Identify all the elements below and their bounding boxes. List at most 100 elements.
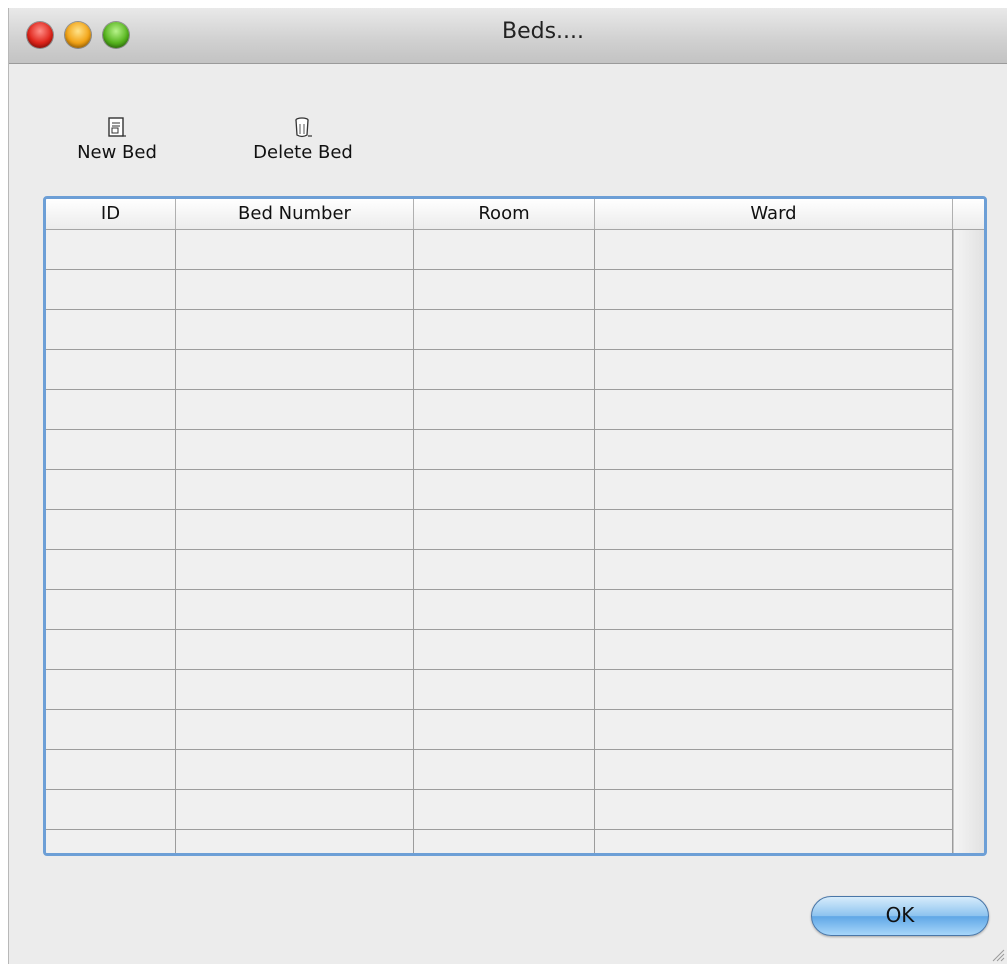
table-cell[interactable]	[46, 710, 176, 749]
table-cell[interactable]	[46, 270, 176, 309]
table-row[interactable]	[46, 630, 953, 670]
table-cell[interactable]	[414, 670, 595, 709]
table-cell[interactable]	[595, 310, 953, 349]
table-cell[interactable]	[46, 630, 176, 669]
table-cell[interactable]	[46, 310, 176, 349]
table-row[interactable]	[46, 830, 953, 853]
table-row[interactable]	[46, 510, 953, 550]
table-cell[interactable]	[176, 470, 414, 509]
delete-bed-button[interactable]: Delete Bed	[241, 116, 365, 163]
table-cell[interactable]	[176, 550, 414, 589]
table-cell[interactable]	[414, 830, 595, 853]
table-row[interactable]	[46, 710, 953, 750]
title-bar[interactable]: Beds....	[9, 8, 1007, 64]
table-row[interactable]	[46, 350, 953, 390]
table-cell[interactable]	[595, 230, 953, 269]
table-cell[interactable]	[595, 550, 953, 589]
table-cell[interactable]	[414, 230, 595, 269]
column-header-room[interactable]: Room	[414, 199, 595, 229]
table-cell[interactable]	[176, 230, 414, 269]
new-bed-label: New Bed	[77, 142, 157, 163]
table-cell[interactable]	[46, 470, 176, 509]
table-cell[interactable]	[414, 550, 595, 589]
table-cell[interactable]	[595, 390, 953, 429]
column-header-bed-number[interactable]: Bed Number	[176, 199, 414, 229]
table-cell[interactable]	[176, 310, 414, 349]
table-cell[interactable]	[176, 430, 414, 469]
table-cell[interactable]	[176, 630, 414, 669]
table-row[interactable]	[46, 310, 953, 350]
table-cell[interactable]	[414, 470, 595, 509]
table-row[interactable]	[46, 430, 953, 470]
table-cell[interactable]	[595, 270, 953, 309]
table-cell[interactable]	[176, 510, 414, 549]
table-cell[interactable]	[595, 350, 953, 389]
table-header: ID Bed Number Room Ward	[46, 199, 984, 230]
table-row[interactable]	[46, 230, 953, 270]
table-cell[interactable]	[176, 670, 414, 709]
table-cell[interactable]	[414, 510, 595, 549]
table-cell[interactable]	[176, 790, 414, 829]
table-cell[interactable]	[595, 790, 953, 829]
table-cell[interactable]	[176, 270, 414, 309]
beds-table[interactable]: ID Bed Number Room Ward	[43, 196, 987, 856]
table-cell[interactable]	[595, 670, 953, 709]
ok-button[interactable]: OK	[811, 896, 989, 936]
table-cell[interactable]	[414, 630, 595, 669]
table-cell[interactable]	[46, 670, 176, 709]
table-cell[interactable]	[414, 590, 595, 629]
table-cell[interactable]	[595, 510, 953, 549]
table-cell[interactable]	[414, 790, 595, 829]
table-cell[interactable]	[46, 230, 176, 269]
table-cell[interactable]	[414, 310, 595, 349]
table-cell[interactable]	[595, 590, 953, 629]
table-cell[interactable]	[414, 270, 595, 309]
new-bed-button[interactable]: New Bed	[67, 116, 167, 163]
table-cell[interactable]	[176, 590, 414, 629]
table-cell[interactable]	[46, 750, 176, 789]
table-row[interactable]	[46, 470, 953, 510]
table-cell[interactable]	[176, 750, 414, 789]
table-cell[interactable]	[595, 630, 953, 669]
vertical-scrollbar[interactable]	[953, 230, 984, 853]
table-cell[interactable]	[176, 350, 414, 389]
table-cell[interactable]	[176, 390, 414, 429]
column-header-filler	[953, 199, 984, 229]
table-cell[interactable]	[414, 430, 595, 469]
table-row[interactable]	[46, 750, 953, 790]
table-row[interactable]	[46, 270, 953, 310]
new-document-icon	[108, 117, 126, 137]
window-title: Beds....	[501, 19, 585, 44]
table-cell[interactable]	[414, 350, 595, 389]
table-cell[interactable]	[595, 470, 953, 509]
trash-can-icon	[295, 117, 312, 138]
beds-window: Beds.... New Bed Delete Bed ID Bed Numbe…	[8, 8, 1007, 964]
table-cell[interactable]	[46, 350, 176, 389]
table-row[interactable]	[46, 670, 953, 710]
table-cell[interactable]	[176, 710, 414, 749]
table-cell[interactable]	[595, 750, 953, 789]
table-cell[interactable]	[414, 750, 595, 789]
column-header-id[interactable]: ID	[46, 199, 176, 229]
column-header-ward[interactable]: Ward	[595, 199, 953, 229]
table-cell[interactable]	[176, 830, 414, 853]
table-row[interactable]	[46, 790, 953, 830]
table-cell[interactable]	[46, 510, 176, 549]
table-body	[46, 230, 953, 853]
table-cell[interactable]	[46, 550, 176, 589]
table-row[interactable]	[46, 550, 953, 590]
delete-bed-label: Delete Bed	[253, 142, 353, 163]
table-cell[interactable]	[414, 710, 595, 749]
table-cell[interactable]	[46, 390, 176, 429]
table-cell[interactable]	[595, 830, 953, 853]
table-cell[interactable]	[46, 590, 176, 629]
table-cell[interactable]	[46, 830, 176, 853]
table-row[interactable]	[46, 390, 953, 430]
table-cell[interactable]	[595, 430, 953, 469]
table-cell[interactable]	[414, 390, 595, 429]
table-row[interactable]	[46, 590, 953, 630]
table-cell[interactable]	[595, 710, 953, 749]
table-cell[interactable]	[46, 430, 176, 469]
table-cell[interactable]	[46, 790, 176, 829]
resize-grip-icon[interactable]	[991, 948, 1005, 962]
